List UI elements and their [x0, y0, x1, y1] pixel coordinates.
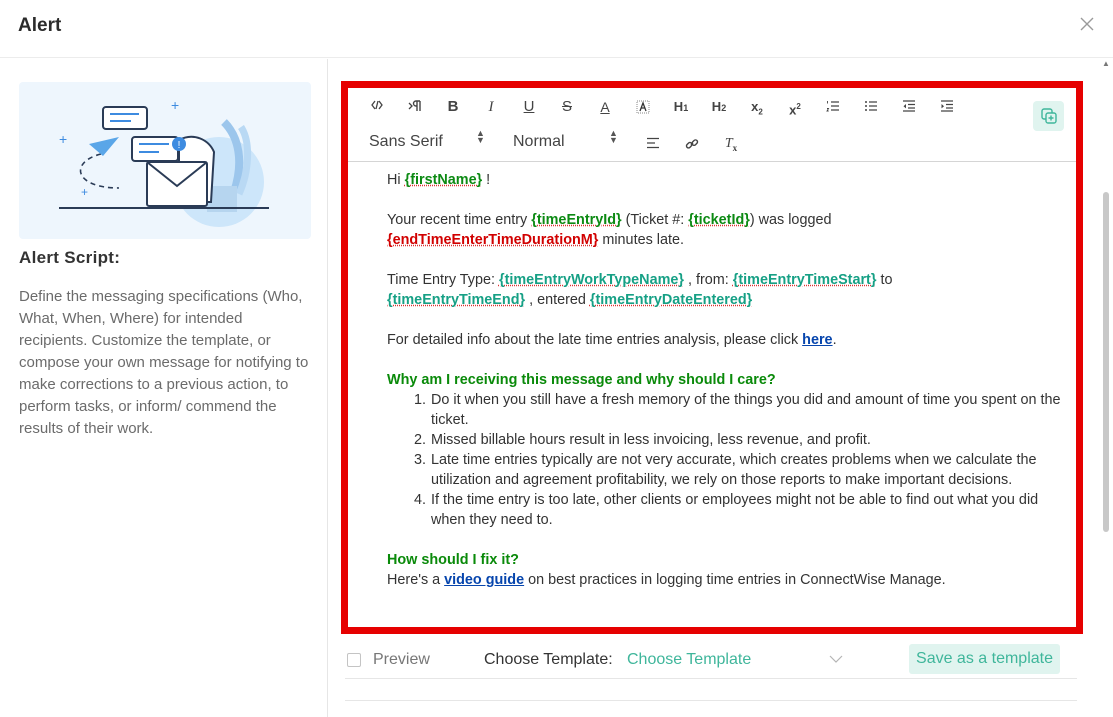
- choose-template-value: Choose Template: [627, 651, 752, 668]
- details-paragraph: For detailed info about the late time en…: [387, 330, 1067, 350]
- save-as-template-button[interactable]: Save as a template: [909, 644, 1060, 674]
- clear-format-label: T: [724, 136, 733, 151]
- link-icon[interactable]: [680, 133, 704, 155]
- text-span: minutes late.: [598, 232, 684, 248]
- chevron-down-icon: [829, 652, 843, 671]
- sidebar: ! + + + Alert Script: Define the messagi…: [0, 59, 328, 717]
- dialog-header: Alert: [0, 0, 1113, 58]
- subscript-icon[interactable]: x2: [745, 96, 769, 118]
- variable-ticket-id: {ticketId}: [688, 212, 750, 228]
- subscript-sub: 2: [758, 107, 763, 117]
- text-span: ) was logged: [749, 212, 832, 228]
- superscript-sup: 2: [796, 102, 801, 111]
- alert-script-description: Define the messaging specifications (Who…: [19, 288, 309, 437]
- variable-first-name: {firstName}: [404, 172, 483, 188]
- font-family-select[interactable]: Sans Serif ▲ ▼: [369, 129, 485, 151]
- text-span: Here's a: [387, 572, 445, 588]
- font-family-chevron-icon: ▲ ▼: [476, 128, 485, 145]
- background-color-icon[interactable]: [631, 96, 655, 118]
- heading-1-label: H: [673, 99, 684, 114]
- text-span: Your recent time entry: [387, 212, 532, 228]
- svg-text:!: !: [178, 140, 181, 151]
- svg-text:+: +: [81, 185, 88, 199]
- text-span: , entered: [525, 292, 590, 308]
- scrollbar[interactable]: ▲: [1101, 59, 1111, 717]
- choose-template-label: Choose Template:: [484, 651, 613, 668]
- reason-item: Missed billable hours result in less inv…: [430, 430, 1067, 450]
- here-link[interactable]: here: [802, 332, 832, 348]
- heading-2-sub: 2: [721, 103, 727, 113]
- alert-illustration: ! + + +: [19, 82, 311, 239]
- svg-text:+: +: [171, 97, 179, 113]
- text-span: , from:: [683, 272, 733, 288]
- duplicate-icon[interactable]: [1033, 101, 1064, 131]
- template-bar: Preview Choose Template: Choose Template…: [345, 637, 1077, 679]
- why-heading: Why am I receiving this message and why …: [387, 372, 776, 388]
- alert-script-heading: Alert Script:: [19, 248, 121, 267]
- font-size-select[interactable]: Normal ▲ ▼: [513, 129, 618, 151]
- clear-format-sub: x: [732, 142, 738, 153]
- scroll-up-icon[interactable]: ▲: [1102, 59, 1110, 68]
- editor-pane: B I U S A H1 H2 x2 x2 Sans Serif ▲ ▼ Nor…: [329, 59, 1113, 717]
- dialog-title: Alert: [18, 15, 62, 36]
- clear-format-icon[interactable]: Tx: [719, 133, 743, 155]
- ordered-list-icon[interactable]: [821, 96, 845, 118]
- time-entry-type-paragraph: Time Entry Type: {timeEntryWorkTypeName}…: [387, 270, 1067, 310]
- italic-icon[interactable]: I: [479, 96, 503, 118]
- greeting-text: Hi: [387, 172, 401, 188]
- indent-icon[interactable]: [935, 96, 959, 118]
- time-entry-paragraph: Your recent time entry {timeEntryId} (Ti…: [387, 210, 1067, 250]
- heading-2-label: H: [711, 99, 722, 114]
- message-body[interactable]: Hi {firstName} ! Your recent time entry …: [387, 170, 1067, 590]
- strikethrough-icon[interactable]: S: [555, 96, 579, 118]
- fix-heading: How should I fix it?: [387, 552, 519, 568]
- heading-2-icon[interactable]: H2: [707, 96, 731, 118]
- font-family-value: Sans Serif: [369, 133, 443, 150]
- reason-item: If the time entry is too late, other cli…: [430, 490, 1067, 530]
- svg-text:+: +: [59, 131, 67, 147]
- variable-time-start: {timeEntryTimeStart}: [732, 272, 877, 288]
- editor-toolbar: B I U S A H1 H2 x2 x2 Sans Serif ▲ ▼ Nor…: [348, 88, 1076, 162]
- close-icon[interactable]: [1077, 14, 1097, 34]
- font-size-value: Normal: [513, 133, 565, 150]
- variable-work-type: {timeEntryWorkTypeName}: [498, 272, 684, 288]
- font-color-icon[interactable]: A: [593, 96, 617, 118]
- reason-item: Late time entries typically are not very…: [430, 450, 1067, 490]
- text-span: Time Entry Type:: [387, 272, 499, 288]
- align-icon[interactable]: [641, 133, 665, 155]
- text-span: (Ticket #:: [625, 212, 689, 228]
- scrollbar-thumb[interactable]: [1103, 192, 1109, 532]
- greeting-line: Hi {firstName} !: [387, 170, 1067, 190]
- variable-duration: {endTimeEnterTimeDurationM}: [387, 232, 599, 248]
- video-guide-link[interactable]: video guide: [444, 572, 524, 588]
- preview-label: Preview: [373, 651, 430, 668]
- font-size-chevron-icon: ▲ ▼: [609, 128, 618, 145]
- underline-icon[interactable]: U: [517, 96, 541, 118]
- text-span: on best practices in logging time entrie…: [524, 572, 946, 588]
- divider: [345, 700, 1077, 701]
- fix-paragraph: Here's a video guide on best practices i…: [387, 570, 1067, 590]
- text-span: .: [832, 332, 837, 348]
- greeting-end: !: [482, 172, 491, 188]
- variable-time-entry-id: {timeEntryId}: [531, 212, 622, 228]
- text-span: to: [876, 272, 893, 288]
- choose-template-select[interactable]: Choose Template: [627, 651, 843, 671]
- reason-item: Do it when you still have a fresh memory…: [430, 390, 1067, 430]
- heading-1-icon[interactable]: H1: [669, 96, 693, 118]
- bullet-list-icon[interactable]: [859, 96, 883, 118]
- text-direction-icon[interactable]: [403, 96, 427, 118]
- heading-1-sub: 1: [683, 103, 689, 113]
- text-span: For detailed info about the late time en…: [387, 332, 803, 348]
- superscript-icon[interactable]: x2: [783, 96, 807, 118]
- bold-icon[interactable]: B: [441, 96, 465, 118]
- preview-checkbox[interactable]: [347, 653, 361, 667]
- variable-time-end: {timeEntryTimeEnd}: [387, 292, 526, 308]
- reasons-list: Do it when you still have a fresh memory…: [430, 390, 1067, 530]
- variable-date-entered: {timeEntryDateEntered}: [589, 292, 753, 308]
- code-view-icon[interactable]: [365, 96, 389, 118]
- rich-text-editor[interactable]: B I U S A H1 H2 x2 x2 Sans Serif ▲ ▼ Nor…: [341, 81, 1083, 634]
- outdent-icon[interactable]: [897, 96, 921, 118]
